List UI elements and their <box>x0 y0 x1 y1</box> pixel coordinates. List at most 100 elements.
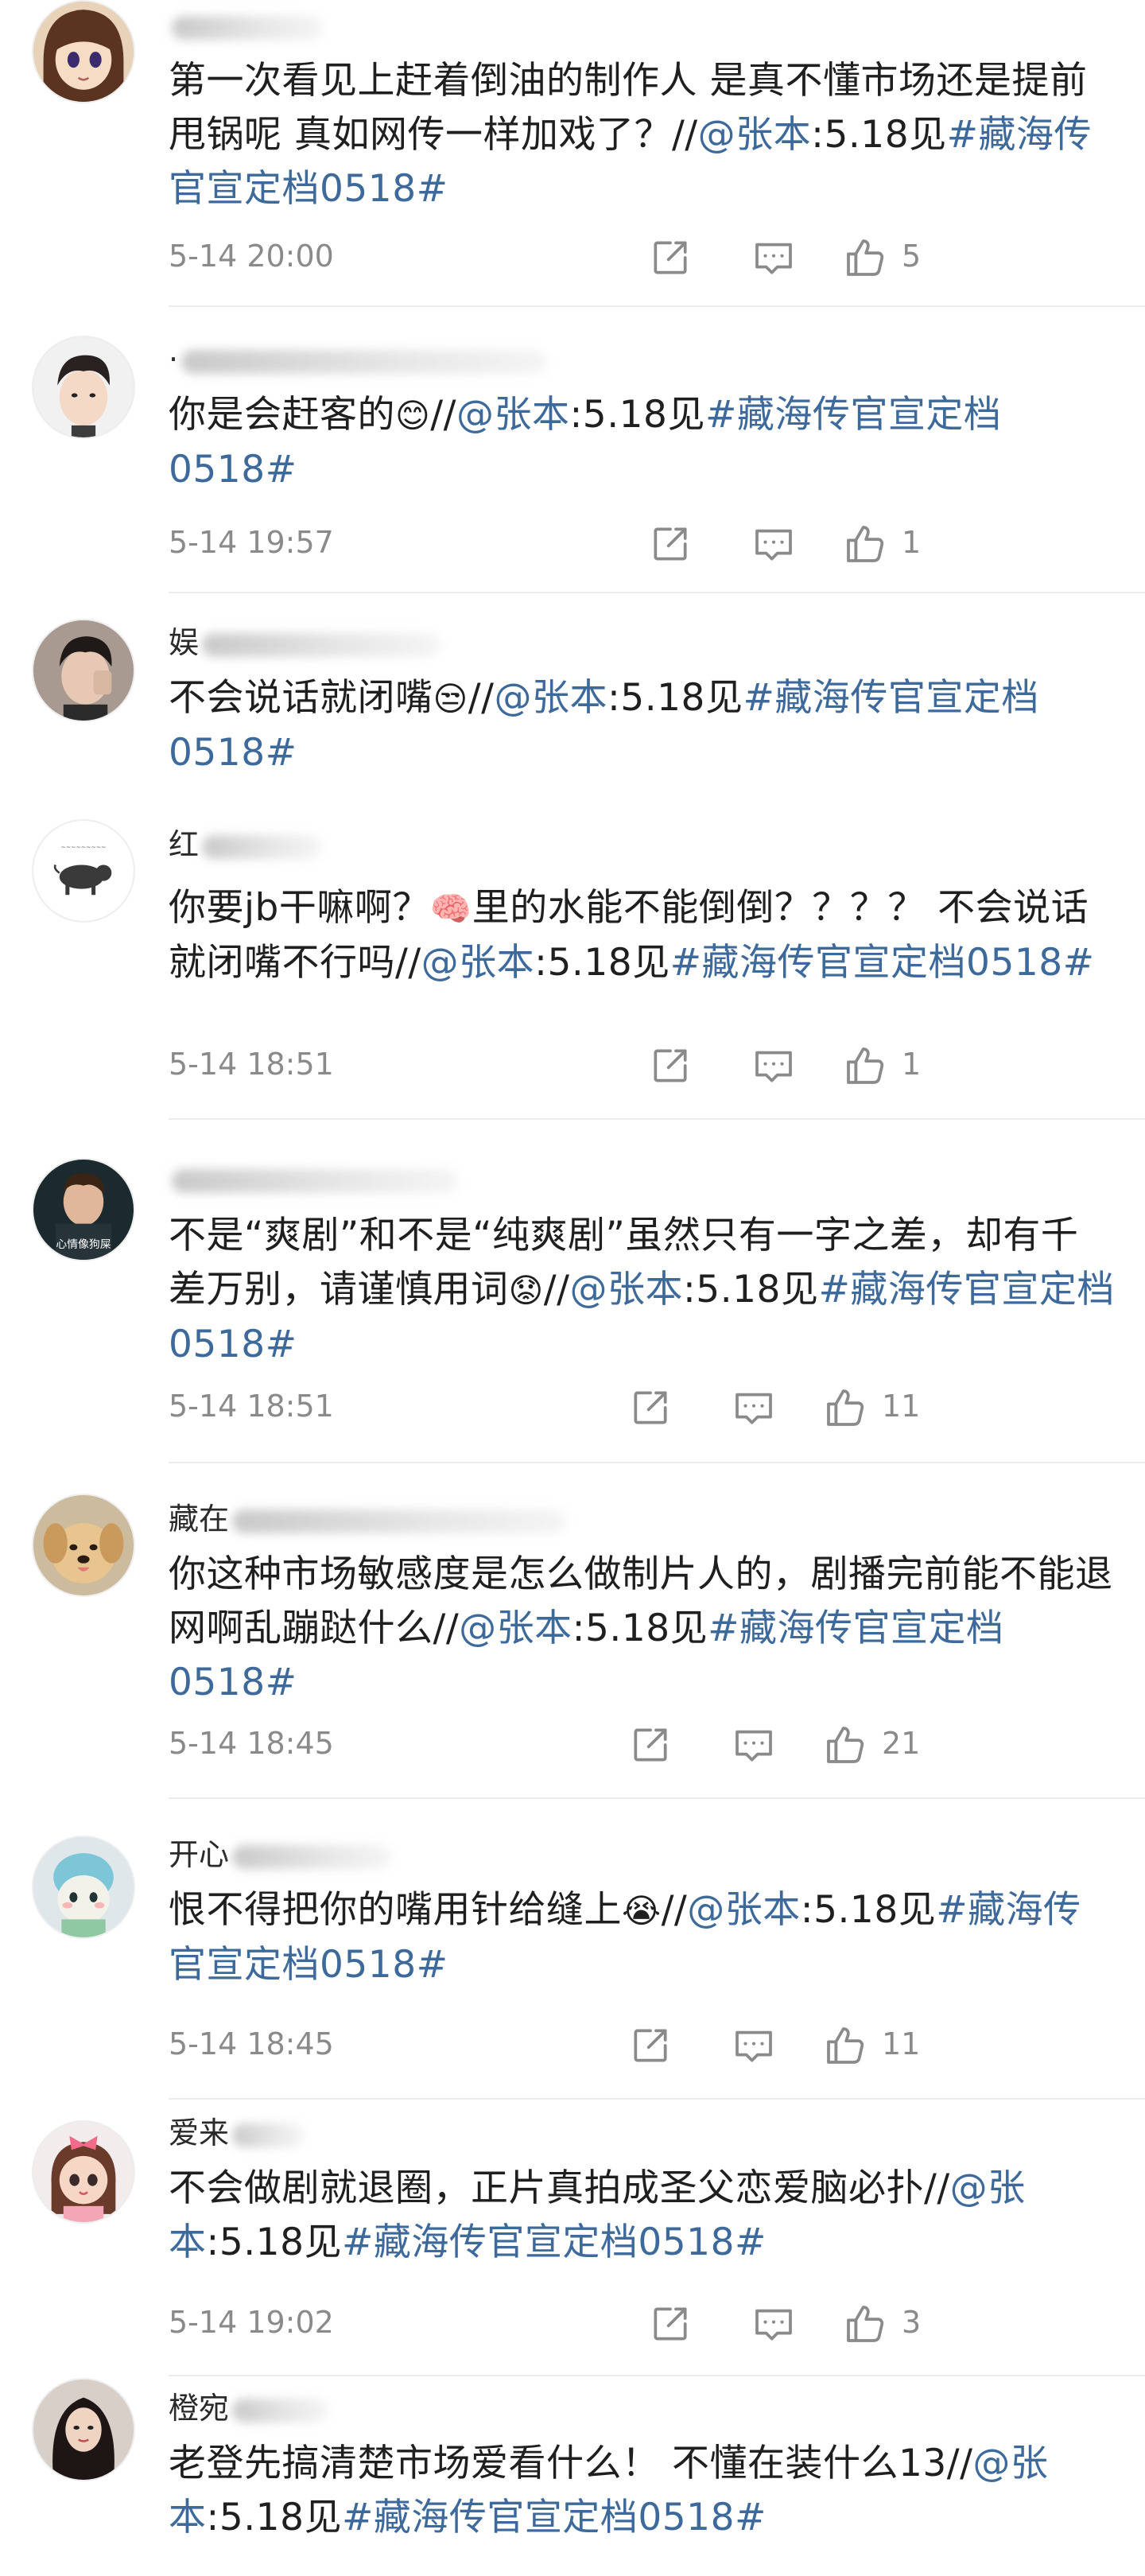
comment-text: 不会说话就闭嘴😒//@张本:5.18见#藏海传官宣定档0518# <box>169 671 1115 780</box>
mention-link[interactable]: @张本 <box>494 676 607 720</box>
username[interactable]: 红 <box>169 826 322 864</box>
like-count: 11 <box>882 1389 921 1424</box>
comment-icon[interactable] <box>732 1723 776 1767</box>
mention-link[interactable]: @张本 <box>698 113 812 157</box>
thumbs-up-icon[interactable] <box>823 1723 867 1767</box>
username-visible-text: 藏在 <box>169 1502 230 1537</box>
comment-text-segment: // <box>661 1888 688 1932</box>
repost-icon[interactable] <box>628 1385 673 1430</box>
comment-text: 恨不得把你的嘴用针给缝上😭//@张本:5.18见#藏海传官宣定档0518# <box>169 1883 1115 1992</box>
comment-icon[interactable] <box>751 235 796 280</box>
comment-item: 开心恨不得把你的嘴用针给缝上😭//@张本:5.18见#藏海传官宣定档0518# 5… <box>0 1807 1145 2100</box>
comment-item: · 你是会赶客的😊//@张本:5.18见#藏海传官宣定档0518# 5-14 19:… <box>0 309 1145 593</box>
repost-icon[interactable] <box>648 522 693 566</box>
username[interactable]: 开心 <box>169 1836 392 1874</box>
repost-icon[interactable] <box>648 2302 693 2346</box>
user-avatar[interactable] <box>32 2120 135 2224</box>
comment-footer: 5-14 18:45 11 <box>169 2018 1123 2074</box>
thumbs-up-icon[interactable] <box>843 522 887 566</box>
comment-text-segment: 你要jb干嘛啊？ <box>169 886 430 930</box>
thumbs-up-icon[interactable] <box>823 1385 867 1430</box>
mention-link[interactable]: @张本 <box>569 1268 683 1311</box>
like-count: 3 <box>902 2305 922 2340</box>
comment-divider <box>169 305 1145 307</box>
comment-text: 不是“爽剧”和不是“纯爽剧”虽然只有一字之差，却有千差万别，请谨慎用词😟//@张… <box>169 1209 1115 1372</box>
username-visible-text: 橙宛 <box>169 2391 230 2426</box>
thumbs-up-icon[interactable] <box>843 2302 887 2346</box>
user-avatar[interactable] <box>32 1836 135 1939</box>
like-count: 1 <box>902 1047 922 1082</box>
username[interactable]: 爱来 <box>169 2114 305 2152</box>
comment-timestamp: 5-14 18:51 <box>169 1389 334 1424</box>
comment-text-segment: :5.18见 <box>206 2220 342 2264</box>
hashtag-link[interactable]: #藏海传官宣定档0518# <box>342 2220 767 2264</box>
username[interactable]: · <box>169 340 548 379</box>
comment-icon[interactable] <box>732 1385 776 1430</box>
comment-icon[interactable] <box>751 2302 796 2346</box>
username-redaction <box>232 1509 567 1533</box>
username-visible-text: 爱来 <box>169 2116 230 2151</box>
comment-text: 老登先搞清楚市场爱看什么！ 不懂在装什么13//@张本:5.18见#藏海传官宣定… <box>169 2437 1115 2545</box>
comment-text-segment: 你是会赶客的 <box>169 393 395 437</box>
thumbs-up-icon[interactable] <box>843 235 887 280</box>
comment-timestamp: 5-14 19:57 <box>169 525 334 560</box>
comment-divider <box>169 1118 1145 1120</box>
username[interactable]: 藏在 <box>169 1500 567 1538</box>
like-count: 5 <box>902 239 922 274</box>
user-avatar[interactable] <box>32 2378 135 2481</box>
comment-text-segment: :5.18见 <box>811 113 947 157</box>
username-redaction <box>232 2398 328 2423</box>
comment-item: 橙宛老登先搞清楚市场爱看什么！ 不懂在装什么13//@张本:5.18见#藏海传官… <box>0 2378 1145 2576</box>
repost-icon[interactable] <box>648 235 693 280</box>
comment-divider <box>169 2375 1145 2376</box>
user-avatar[interactable] <box>32 336 135 439</box>
username-redaction <box>172 1168 458 1193</box>
comment-icon[interactable] <box>751 1043 796 1088</box>
mention-link[interactable]: @张本 <box>459 1607 572 1650</box>
mention-link[interactable]: @张本 <box>421 941 535 985</box>
emoji: 😟 <box>508 1271 544 1310</box>
username-redaction <box>181 349 548 374</box>
hashtag-link[interactable]: #藏海传官宣定档0518# <box>342 2496 767 2539</box>
mention-link[interactable]: @张本 <box>456 393 570 437</box>
comment-item: 爱来不会做剧就退圈，正片真拍成圣父恋爱脑必扑//@张本:5.18见#藏海传官宣定… <box>0 2101 1145 2376</box>
thumbs-up-icon[interactable] <box>823 2023 867 2068</box>
username[interactable]: 橙宛 <box>169 2389 328 2427</box>
mention-link[interactable]: @张本 <box>687 1888 801 1932</box>
comment-timestamp: 5-14 20:00 <box>169 239 334 274</box>
comment-text-segment: 老登先搞清楚市场爱看什么！ 不懂在装什么13// <box>169 2442 973 2485</box>
username-visible-text: · <box>169 342 179 377</box>
repost-icon[interactable] <box>648 1043 693 1088</box>
comment-footer: 5-14 18:51 11 <box>169 1381 1123 1436</box>
username[interactable] <box>169 1160 458 1198</box>
repost-icon[interactable] <box>628 1723 673 1767</box>
comment-icon[interactable] <box>751 522 796 566</box>
comment-text-segment: :5.18见 <box>572 1607 708 1650</box>
username[interactable] <box>169 6 323 45</box>
user-avatar[interactable] <box>32 0 135 103</box>
svg-text:心情像狗屎: 心情像狗屎 <box>56 1238 111 1251</box>
hashtag-link[interactable]: #藏海传官宣定档0518# <box>670 941 1095 985</box>
username-redaction <box>202 834 322 859</box>
comment-item: 藏在 你这种市场敏感度是怎么做制片人的，剧播完前能不能退网啊乱蹦跶什么//@张本:… <box>0 1465 1145 1799</box>
comment-divider <box>169 2098 1145 2100</box>
user-avatar[interactable] <box>32 1494 135 1597</box>
thumbs-up-icon[interactable] <box>843 1043 887 1088</box>
repost-icon[interactable] <box>628 2023 673 2068</box>
username-redaction <box>202 632 441 657</box>
comment-text: 不会做剧就退圈，正片真拍成圣父恋爱脑必扑//@张本:5.18见#藏海传官宣定档0… <box>169 2162 1115 2270</box>
comment-text-segment: // <box>468 676 495 720</box>
user-avatar[interactable] <box>32 619 135 722</box>
user-avatar[interactable]: 心情像狗屎 <box>32 1158 135 1261</box>
like-count: 21 <box>882 1726 921 1761</box>
svg-text:~~~~~~~~~: ~~~~~~~~~ <box>61 843 107 850</box>
user-avatar[interactable]: ~~~~~~~~~ <box>32 819 135 923</box>
emoji: 😊 <box>395 396 431 435</box>
username[interactable]: 娱 <box>169 624 441 662</box>
comment-footer: 5-14 19:02 3 <box>169 2297 1123 2353</box>
username-redaction <box>232 2123 305 2147</box>
comment-icon[interactable] <box>732 2023 776 2068</box>
username-redaction <box>232 1844 392 1869</box>
comment-footer: 5-14 18:51 1 <box>169 1039 1123 1094</box>
comment-text-segment: :5.18见 <box>206 2496 342 2539</box>
